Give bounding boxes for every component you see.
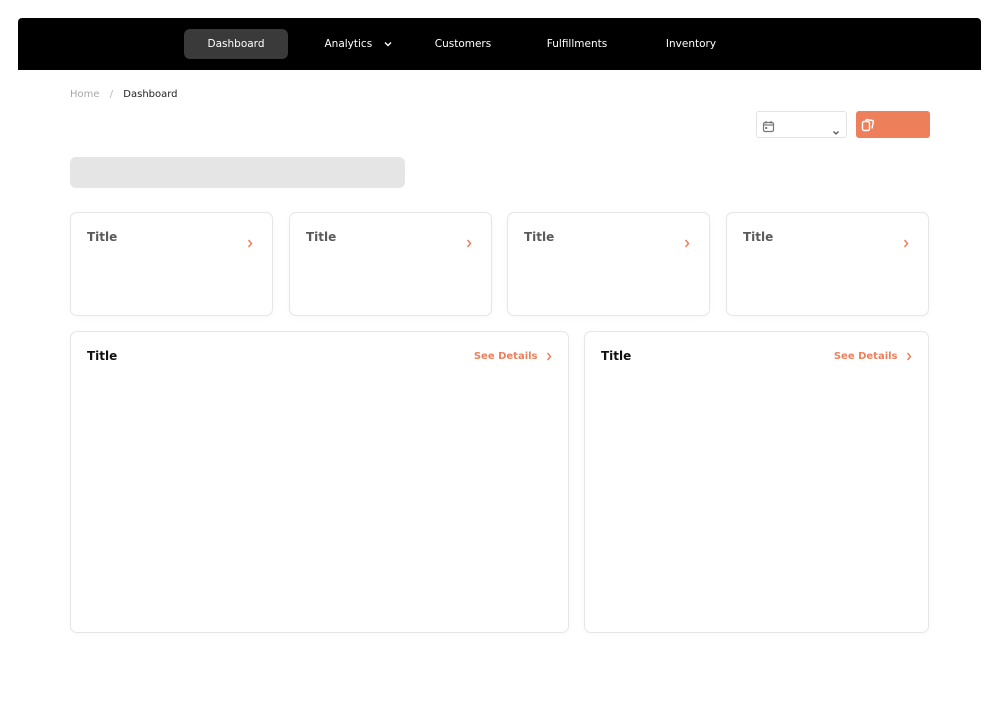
nav-item-label: Dashboard xyxy=(207,38,265,50)
breadcrumb: Home / Dashboard xyxy=(70,89,178,100)
chevron-right-icon xyxy=(546,352,552,360)
chevron-right-icon xyxy=(684,233,690,252)
panel-title: Title xyxy=(601,349,632,363)
chevron-right-icon xyxy=(247,233,253,252)
nav-item-inventory[interactable]: Inventory xyxy=(651,29,731,59)
nav-item-label: Analytics xyxy=(324,38,373,50)
nav-item-label: Customers xyxy=(434,38,492,50)
panel-left: Title See Details xyxy=(70,331,569,633)
chevron-right-icon xyxy=(903,233,909,252)
see-details-label: See Details xyxy=(473,351,538,362)
stat-card[interactable]: Title xyxy=(70,212,273,316)
chevron-right-icon xyxy=(466,233,472,252)
breadcrumb-current: Dashboard xyxy=(123,89,178,100)
breadcrumb-separator: / xyxy=(109,89,114,100)
nav-item-label: Inventory xyxy=(665,38,717,50)
stat-card[interactable]: Title xyxy=(507,212,710,316)
date-range-select[interactable] xyxy=(756,111,847,138)
chevron-right-icon xyxy=(906,352,912,360)
see-details-link[interactable]: See Details xyxy=(834,351,912,362)
see-details-label: See Details xyxy=(833,351,898,362)
loading-skeleton-bar xyxy=(70,157,405,188)
nav-item-label: Fulfillments xyxy=(546,38,608,50)
panel-title: Title xyxy=(87,349,118,363)
chevron-down-icon xyxy=(832,121,840,140)
export-button[interactable] xyxy=(856,111,930,138)
copy-icon xyxy=(861,117,875,136)
stat-card-title: Title xyxy=(743,230,774,244)
stat-card-title: Title xyxy=(87,230,118,244)
nav-item-fulfillments[interactable]: Fulfillments xyxy=(532,29,622,59)
breadcrumb-home[interactable]: Home xyxy=(70,89,100,100)
calendar-icon xyxy=(762,118,775,137)
stat-card-title: Title xyxy=(306,230,337,244)
panel-right: Title See Details xyxy=(584,331,929,633)
chevron-down-icon xyxy=(384,29,392,59)
stat-card[interactable]: Title xyxy=(289,212,492,316)
top-navbar: Dashboard Analytics Customers Fulfillmen… xyxy=(18,18,981,70)
nav-item-customers[interactable]: Customers xyxy=(423,29,503,59)
stat-card[interactable]: Title xyxy=(726,212,929,316)
nav-item-dashboard[interactable]: Dashboard xyxy=(184,29,288,59)
nav-item-analytics[interactable]: Analytics xyxy=(318,29,398,59)
see-details-link[interactable]: See Details xyxy=(474,351,552,362)
stat-card-title: Title xyxy=(524,230,555,244)
